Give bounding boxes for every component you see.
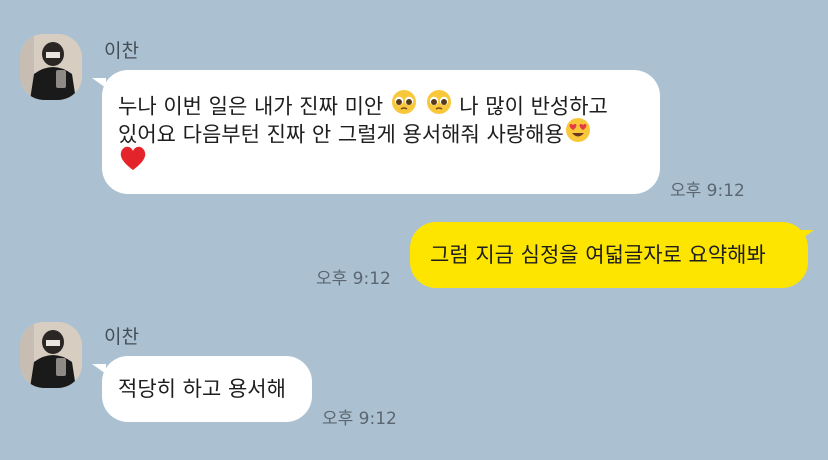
message-line: 있어요 다음부턴 진짜 안 그럴게 용서해줘 사랑해용: [118, 118, 592, 153]
message-text: 누나 이번 일은 내가 진짜 미안: [118, 94, 390, 119]
bubble-tail: [800, 230, 814, 240]
message-line: [118, 146, 148, 181]
message-bubble[interactable]: 그럼 지금 심정을 여덟글자로 요약해봐: [410, 222, 808, 288]
message-text: 나 많이 반성하고: [452, 94, 608, 119]
message-text: 적당히 하고 용서해: [118, 377, 286, 401]
message-bubble[interactable]: 누나 이번 일은 내가 진짜 미안 나 많이 반성하고 있어요 다음부턴 진짜 …: [102, 70, 660, 194]
sender-name: 이찬: [104, 326, 139, 348]
message-text: 있어요 다음부턴 진짜 안 그럴게 용서해줘 사랑해용: [118, 122, 564, 147]
message-time: 오후 9:12: [670, 181, 745, 201]
sender-name: 이찬: [104, 40, 139, 62]
message-bubble[interactable]: 적당히 하고 용서해: [102, 356, 312, 422]
red-heart-icon: [118, 144, 148, 179]
contact-avatar[interactable]: [20, 322, 82, 388]
heart-eyes-face-icon: [564, 116, 592, 151]
contact-avatar[interactable]: [20, 34, 82, 100]
message-time: 오후 9:12: [322, 409, 397, 429]
message-time: 오후 9:12: [316, 269, 391, 289]
message-text: 그럼 지금 심정을 여덟글자로 요약해봐: [430, 243, 766, 267]
